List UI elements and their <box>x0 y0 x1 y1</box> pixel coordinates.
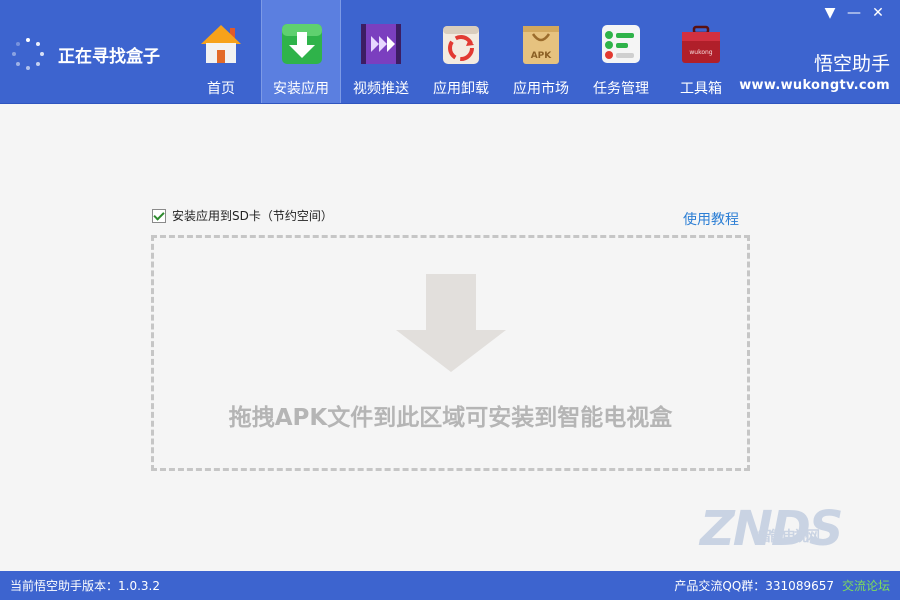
arrow-down-icon <box>396 274 506 372</box>
uninstall-icon <box>443 26 479 64</box>
version-text: 当前悟空助手版本：1.0.3.2 <box>10 579 160 593</box>
home-icon <box>201 25 241 63</box>
app-market-apk-bag-icon: APK <box>523 26 559 64</box>
task-manager-icon <box>602 25 640 63</box>
forum-link[interactable]: 交流论坛 <box>842 577 890 594</box>
tab-label: 应用市场 <box>513 81 569 97</box>
sd-card-checkbox[interactable] <box>152 208 166 223</box>
window-controls: ▼ — ✕ <box>818 4 890 22</box>
install-download-icon <box>282 24 322 64</box>
tab-label: 视频推送 <box>353 81 409 97</box>
minimize-button[interactable]: — <box>842 4 866 22</box>
status-text: 正在寻找盒子 <box>58 46 160 67</box>
tutorial-link[interactable]: 使用教程 <box>683 209 739 229</box>
tab-video-push[interactable]: 视频推送 <box>341 0 421 103</box>
close-button[interactable]: ✕ <box>866 4 890 22</box>
main-nav: 首页 安装应用 视频推送 应用卸载 APK 应用市场 任务管理 wukong 工… <box>181 0 741 103</box>
brand-name: 悟空助手 <box>813 53 890 75</box>
loading-spinner-icon <box>10 36 46 72</box>
brand-url: www.wukongtv.com <box>739 78 890 93</box>
tab-uninstall-app[interactable]: 应用卸载 <box>421 0 501 103</box>
tab-label: 应用卸载 <box>433 81 489 97</box>
brand: 悟空助手 www.wukongtv.com <box>739 52 890 96</box>
tab-home[interactable]: 首页 <box>181 0 261 103</box>
qq-group-text: 产品交流QQ群：331089657 <box>674 579 834 593</box>
status-footer: 当前悟空助手版本：1.0.3.2 产品交流QQ群：331089657 交流论坛 <box>0 571 900 600</box>
tab-install-app[interactable]: 安装应用 <box>261 0 341 103</box>
tab-label: 安装应用 <box>273 81 329 97</box>
tab-toolbox[interactable]: wukong 工具箱 <box>661 0 741 103</box>
connection-status: 正在寻找盒子 <box>10 36 160 72</box>
tab-task-manager[interactable]: 任务管理 <box>581 0 661 103</box>
header-bar: 正在寻找盒子 首页 安装应用 视频推送 应用卸载 APK 应用市场 任务管理 w… <box>0 0 900 104</box>
sd-card-label[interactable]: 安装应用到SD卡（节约空间） <box>172 207 333 224</box>
tab-app-market[interactable]: APK 应用市场 <box>501 0 581 103</box>
tab-label: 工具箱 <box>680 81 722 97</box>
apk-drop-zone[interactable]: 拖拽APK文件到此区域可安装到智能电视盒 <box>151 235 750 471</box>
toolbox-icon: wukong <box>682 25 720 63</box>
drop-hint-text: 拖拽APK文件到此区域可安装到智能电视盒 <box>228 405 673 431</box>
video-push-icon <box>361 24 401 64</box>
svg-text:APK: APK <box>531 51 553 61</box>
sd-card-option[interactable]: 安装应用到SD卡（节约空间） <box>152 207 333 224</box>
svg-text:wukong: wukong <box>689 49 712 56</box>
menu-dropdown-button[interactable]: ▼ <box>818 4 842 22</box>
tab-label: 首页 <box>207 81 235 97</box>
znds-watermark-logo: ZNDS 智能电视网 <box>700 501 843 557</box>
tab-label: 任务管理 <box>593 81 649 97</box>
